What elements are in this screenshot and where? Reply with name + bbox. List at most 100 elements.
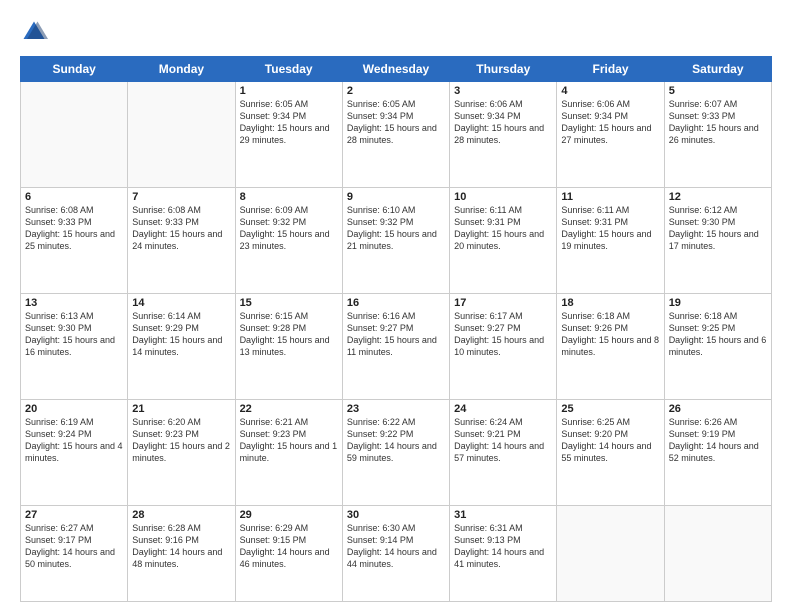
calendar-cell: 25Sunrise: 6:25 AM Sunset: 9:20 PM Dayli… — [557, 399, 664, 505]
day-number: 29 — [240, 509, 338, 521]
day-info: Sunrise: 6:15 AM Sunset: 9:28 PM Dayligh… — [240, 310, 338, 359]
day-number: 10 — [454, 191, 552, 203]
calendar-table: Sunday Monday Tuesday Wednesday Thursday… — [20, 56, 772, 602]
day-number: 20 — [25, 403, 123, 415]
col-wednesday: Wednesday — [342, 57, 449, 82]
day-info: Sunrise: 6:18 AM Sunset: 9:26 PM Dayligh… — [561, 310, 659, 359]
calendar-cell: 29Sunrise: 6:29 AM Sunset: 9:15 PM Dayli… — [235, 505, 342, 601]
day-number: 9 — [347, 191, 445, 203]
day-info: Sunrise: 6:22 AM Sunset: 9:22 PM Dayligh… — [347, 416, 445, 465]
calendar-week-row: 13Sunrise: 6:13 AM Sunset: 9:30 PM Dayli… — [21, 293, 772, 399]
day-info: Sunrise: 6:29 AM Sunset: 9:15 PM Dayligh… — [240, 522, 338, 571]
day-number: 18 — [561, 297, 659, 309]
col-friday: Friday — [557, 57, 664, 82]
calendar-cell: 27Sunrise: 6:27 AM Sunset: 9:17 PM Dayli… — [21, 505, 128, 601]
day-info: Sunrise: 6:05 AM Sunset: 9:34 PM Dayligh… — [347, 98, 445, 147]
calendar-cell: 6Sunrise: 6:08 AM Sunset: 9:33 PM Daylig… — [21, 187, 128, 293]
day-info: Sunrise: 6:07 AM Sunset: 9:33 PM Dayligh… — [669, 98, 767, 147]
day-number: 19 — [669, 297, 767, 309]
calendar-cell: 31Sunrise: 6:31 AM Sunset: 9:13 PM Dayli… — [450, 505, 557, 601]
day-number: 5 — [669, 85, 767, 97]
calendar-cell: 4Sunrise: 6:06 AM Sunset: 9:34 PM Daylig… — [557, 82, 664, 188]
day-number: 7 — [132, 191, 230, 203]
day-info: Sunrise: 6:06 AM Sunset: 9:34 PM Dayligh… — [561, 98, 659, 147]
day-info: Sunrise: 6:14 AM Sunset: 9:29 PM Dayligh… — [132, 310, 230, 359]
calendar-cell: 26Sunrise: 6:26 AM Sunset: 9:19 PM Dayli… — [664, 399, 771, 505]
day-number: 3 — [454, 85, 552, 97]
col-saturday: Saturday — [664, 57, 771, 82]
calendar-week-row: 27Sunrise: 6:27 AM Sunset: 9:17 PM Dayli… — [21, 505, 772, 601]
day-info: Sunrise: 6:16 AM Sunset: 9:27 PM Dayligh… — [347, 310, 445, 359]
calendar-cell: 1Sunrise: 6:05 AM Sunset: 9:34 PM Daylig… — [235, 82, 342, 188]
calendar-cell: 30Sunrise: 6:30 AM Sunset: 9:14 PM Dayli… — [342, 505, 449, 601]
calendar-cell: 12Sunrise: 6:12 AM Sunset: 9:30 PM Dayli… — [664, 187, 771, 293]
day-info: Sunrise: 6:17 AM Sunset: 9:27 PM Dayligh… — [454, 310, 552, 359]
day-info: Sunrise: 6:05 AM Sunset: 9:34 PM Dayligh… — [240, 98, 338, 147]
day-number: 22 — [240, 403, 338, 415]
calendar-cell: 5Sunrise: 6:07 AM Sunset: 9:33 PM Daylig… — [664, 82, 771, 188]
day-info: Sunrise: 6:26 AM Sunset: 9:19 PM Dayligh… — [669, 416, 767, 465]
day-number: 1 — [240, 85, 338, 97]
day-info: Sunrise: 6:08 AM Sunset: 9:33 PM Dayligh… — [25, 204, 123, 253]
day-info: Sunrise: 6:21 AM Sunset: 9:23 PM Dayligh… — [240, 416, 338, 465]
day-number: 8 — [240, 191, 338, 203]
calendar-cell: 3Sunrise: 6:06 AM Sunset: 9:34 PM Daylig… — [450, 82, 557, 188]
day-number: 28 — [132, 509, 230, 521]
calendar-cell: 17Sunrise: 6:17 AM Sunset: 9:27 PM Dayli… — [450, 293, 557, 399]
day-info: Sunrise: 6:12 AM Sunset: 9:30 PM Dayligh… — [669, 204, 767, 253]
calendar-cell: 23Sunrise: 6:22 AM Sunset: 9:22 PM Dayli… — [342, 399, 449, 505]
day-number: 31 — [454, 509, 552, 521]
calendar-cell: 18Sunrise: 6:18 AM Sunset: 9:26 PM Dayli… — [557, 293, 664, 399]
calendar-cell: 15Sunrise: 6:15 AM Sunset: 9:28 PM Dayli… — [235, 293, 342, 399]
header — [20, 18, 772, 46]
calendar-cell — [21, 82, 128, 188]
col-tuesday: Tuesday — [235, 57, 342, 82]
calendar-cell: 8Sunrise: 6:09 AM Sunset: 9:32 PM Daylig… — [235, 187, 342, 293]
calendar-cell: 9Sunrise: 6:10 AM Sunset: 9:32 PM Daylig… — [342, 187, 449, 293]
day-number: 12 — [669, 191, 767, 203]
day-number: 25 — [561, 403, 659, 415]
calendar-cell: 10Sunrise: 6:11 AM Sunset: 9:31 PM Dayli… — [450, 187, 557, 293]
calendar-cell: 2Sunrise: 6:05 AM Sunset: 9:34 PM Daylig… — [342, 82, 449, 188]
day-number: 21 — [132, 403, 230, 415]
calendar-cell — [128, 82, 235, 188]
day-info: Sunrise: 6:28 AM Sunset: 9:16 PM Dayligh… — [132, 522, 230, 571]
day-info: Sunrise: 6:06 AM Sunset: 9:34 PM Dayligh… — [454, 98, 552, 147]
calendar-cell: 16Sunrise: 6:16 AM Sunset: 9:27 PM Dayli… — [342, 293, 449, 399]
col-thursday: Thursday — [450, 57, 557, 82]
calendar-cell: 11Sunrise: 6:11 AM Sunset: 9:31 PM Dayli… — [557, 187, 664, 293]
col-sunday: Sunday — [21, 57, 128, 82]
calendar-cell — [557, 505, 664, 601]
calendar-week-row: 20Sunrise: 6:19 AM Sunset: 9:24 PM Dayli… — [21, 399, 772, 505]
day-number: 15 — [240, 297, 338, 309]
calendar-header-row: Sunday Monday Tuesday Wednesday Thursday… — [21, 57, 772, 82]
day-number: 30 — [347, 509, 445, 521]
calendar-cell — [664, 505, 771, 601]
day-info: Sunrise: 6:24 AM Sunset: 9:21 PM Dayligh… — [454, 416, 552, 465]
day-info: Sunrise: 6:08 AM Sunset: 9:33 PM Dayligh… — [132, 204, 230, 253]
day-info: Sunrise: 6:27 AM Sunset: 9:17 PM Dayligh… — [25, 522, 123, 571]
day-number: 16 — [347, 297, 445, 309]
calendar-cell: 14Sunrise: 6:14 AM Sunset: 9:29 PM Dayli… — [128, 293, 235, 399]
day-number: 17 — [454, 297, 552, 309]
calendar-cell: 20Sunrise: 6:19 AM Sunset: 9:24 PM Dayli… — [21, 399, 128, 505]
day-info: Sunrise: 6:11 AM Sunset: 9:31 PM Dayligh… — [454, 204, 552, 253]
calendar-cell: 19Sunrise: 6:18 AM Sunset: 9:25 PM Dayli… — [664, 293, 771, 399]
day-number: 27 — [25, 509, 123, 521]
day-number: 4 — [561, 85, 659, 97]
calendar-cell: 21Sunrise: 6:20 AM Sunset: 9:23 PM Dayli… — [128, 399, 235, 505]
calendar-week-row: 1Sunrise: 6:05 AM Sunset: 9:34 PM Daylig… — [21, 82, 772, 188]
day-number: 24 — [454, 403, 552, 415]
logo-icon — [20, 18, 48, 46]
calendar-week-row: 6Sunrise: 6:08 AM Sunset: 9:33 PM Daylig… — [21, 187, 772, 293]
day-number: 11 — [561, 191, 659, 203]
calendar-cell: 13Sunrise: 6:13 AM Sunset: 9:30 PM Dayli… — [21, 293, 128, 399]
day-number: 2 — [347, 85, 445, 97]
day-number: 23 — [347, 403, 445, 415]
day-number: 6 — [25, 191, 123, 203]
day-info: Sunrise: 6:31 AM Sunset: 9:13 PM Dayligh… — [454, 522, 552, 571]
calendar-cell: 22Sunrise: 6:21 AM Sunset: 9:23 PM Dayli… — [235, 399, 342, 505]
day-info: Sunrise: 6:19 AM Sunset: 9:24 PM Dayligh… — [25, 416, 123, 465]
day-info: Sunrise: 6:13 AM Sunset: 9:30 PM Dayligh… — [25, 310, 123, 359]
day-info: Sunrise: 6:20 AM Sunset: 9:23 PM Dayligh… — [132, 416, 230, 465]
